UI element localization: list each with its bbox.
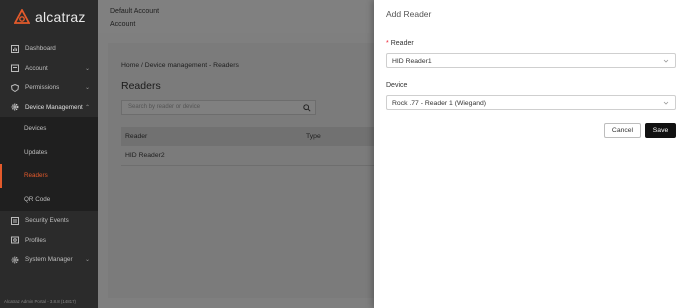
chevron-down-icon: ⌄ bbox=[84, 65, 90, 72]
chevron-down-icon bbox=[663, 101, 669, 105]
table-row[interactable]: HID Reader2 bbox=[121, 147, 377, 166]
sidebar-item-qr-code[interactable]: QR Code bbox=[0, 188, 98, 212]
gear-icon bbox=[11, 103, 19, 111]
device-select[interactable]: Rock .77 - Reader 1 (Wiegand) bbox=[386, 95, 676, 110]
dashboard-icon bbox=[11, 44, 19, 53]
sidebar-item-label: Account bbox=[25, 64, 48, 72]
version-text: Alcatraz Admin Portal - 3.8.8 (14817) bbox=[4, 299, 76, 304]
reader-label-text: Reader bbox=[390, 40, 414, 47]
sidebar-item-label: Dashboard bbox=[25, 45, 56, 53]
cancel-button[interactable]: Cancel bbox=[604, 123, 641, 138]
chevron-down-icon bbox=[663, 59, 669, 63]
reader-select-value: HID Reader1 bbox=[392, 57, 432, 65]
sidebar-item-device-management[interactable]: Device Management ⌃ bbox=[0, 98, 98, 118]
device-select-value: Rock .77 - Reader 1 (Wiegand) bbox=[392, 99, 487, 107]
sidebar-item-permissions[interactable]: Permissions ⌄ bbox=[0, 78, 98, 98]
reader-label: * Reader bbox=[386, 40, 414, 47]
add-reader-drawer: Add Reader * Reader HID Reader1 Device Ro… bbox=[374, 0, 688, 308]
sidebar-item-devices[interactable]: Devices bbox=[0, 117, 98, 141]
sidebar-item-readers[interactable]: Readers bbox=[0, 164, 98, 188]
search-icon[interactable] bbox=[303, 104, 311, 112]
sidebar-item-dashboard[interactable]: Dashboard bbox=[0, 39, 98, 59]
breadcrumb: Home / Device management - Readers bbox=[121, 62, 239, 69]
permissions-icon bbox=[11, 83, 19, 92]
sidebar: alcatraz Dashboard Account ⌄ Permissions… bbox=[0, 0, 98, 308]
reader-cell: HID Reader2 bbox=[125, 152, 165, 159]
gear-icon bbox=[11, 256, 19, 264]
table-header: Reader Type bbox=[121, 127, 377, 146]
account-type: Account bbox=[110, 20, 136, 28]
sidebar-item-security-events[interactable]: Security Events bbox=[0, 211, 98, 231]
device-label: Device bbox=[386, 82, 408, 89]
device-management-submenu: Devices Updates Readers QR Code bbox=[0, 117, 98, 211]
sidebar-item-label: QR Code bbox=[24, 195, 51, 203]
sidebar-nav: Dashboard Account ⌄ Permissions ⌄ Device… bbox=[0, 39, 98, 270]
required-marker: * bbox=[386, 40, 389, 47]
app-name: alcatraz bbox=[35, 8, 86, 25]
profile-icon bbox=[11, 236, 19, 244]
page-title: Readers bbox=[121, 80, 161, 92]
sidebar-item-system-manager[interactable]: System Manager ⌄ bbox=[0, 250, 98, 270]
sidebar-item-updates[interactable]: Updates bbox=[0, 141, 98, 165]
sidebar-item-label: Security Events bbox=[25, 217, 69, 225]
account-icon bbox=[11, 64, 19, 73]
account-switcher[interactable]: Default Account Account bbox=[110, 6, 159, 31]
sidebar-item-label: Permissions bbox=[25, 84, 60, 92]
sidebar-item-label: Profiles bbox=[25, 236, 46, 244]
search-placeholder: Search by reader or device bbox=[128, 104, 201, 110]
save-button[interactable]: Save bbox=[645, 123, 676, 138]
reader-select[interactable]: HID Reader1 bbox=[386, 53, 676, 68]
chevron-down-icon: ⌄ bbox=[84, 257, 90, 263]
chevron-down-icon: ⌄ bbox=[84, 85, 90, 91]
sidebar-item-profiles[interactable]: Profiles bbox=[0, 231, 98, 251]
sidebar-item-label: Updates bbox=[24, 148, 48, 156]
sidebar-item-label: System Manager bbox=[25, 256, 73, 264]
alcatraz-logo-icon bbox=[14, 8, 30, 24]
column-reader[interactable]: Reader bbox=[125, 133, 147, 140]
sidebar-item-account[interactable]: Account ⌄ bbox=[0, 59, 98, 79]
sidebar-item-label: Device Management bbox=[25, 103, 83, 111]
column-type[interactable]: Type bbox=[306, 133, 321, 140]
chevron-up-icon: ⌃ bbox=[84, 104, 90, 111]
account-name: Default Account bbox=[110, 8, 160, 15]
sidebar-item-label: Devices bbox=[24, 125, 47, 133]
logo[interactable]: alcatraz bbox=[0, 0, 98, 33]
search-input[interactable]: Search by reader or device bbox=[121, 100, 316, 115]
list-icon bbox=[11, 216, 19, 225]
drawer-title: Add Reader bbox=[386, 9, 432, 19]
sidebar-item-label: Readers bbox=[24, 172, 48, 180]
